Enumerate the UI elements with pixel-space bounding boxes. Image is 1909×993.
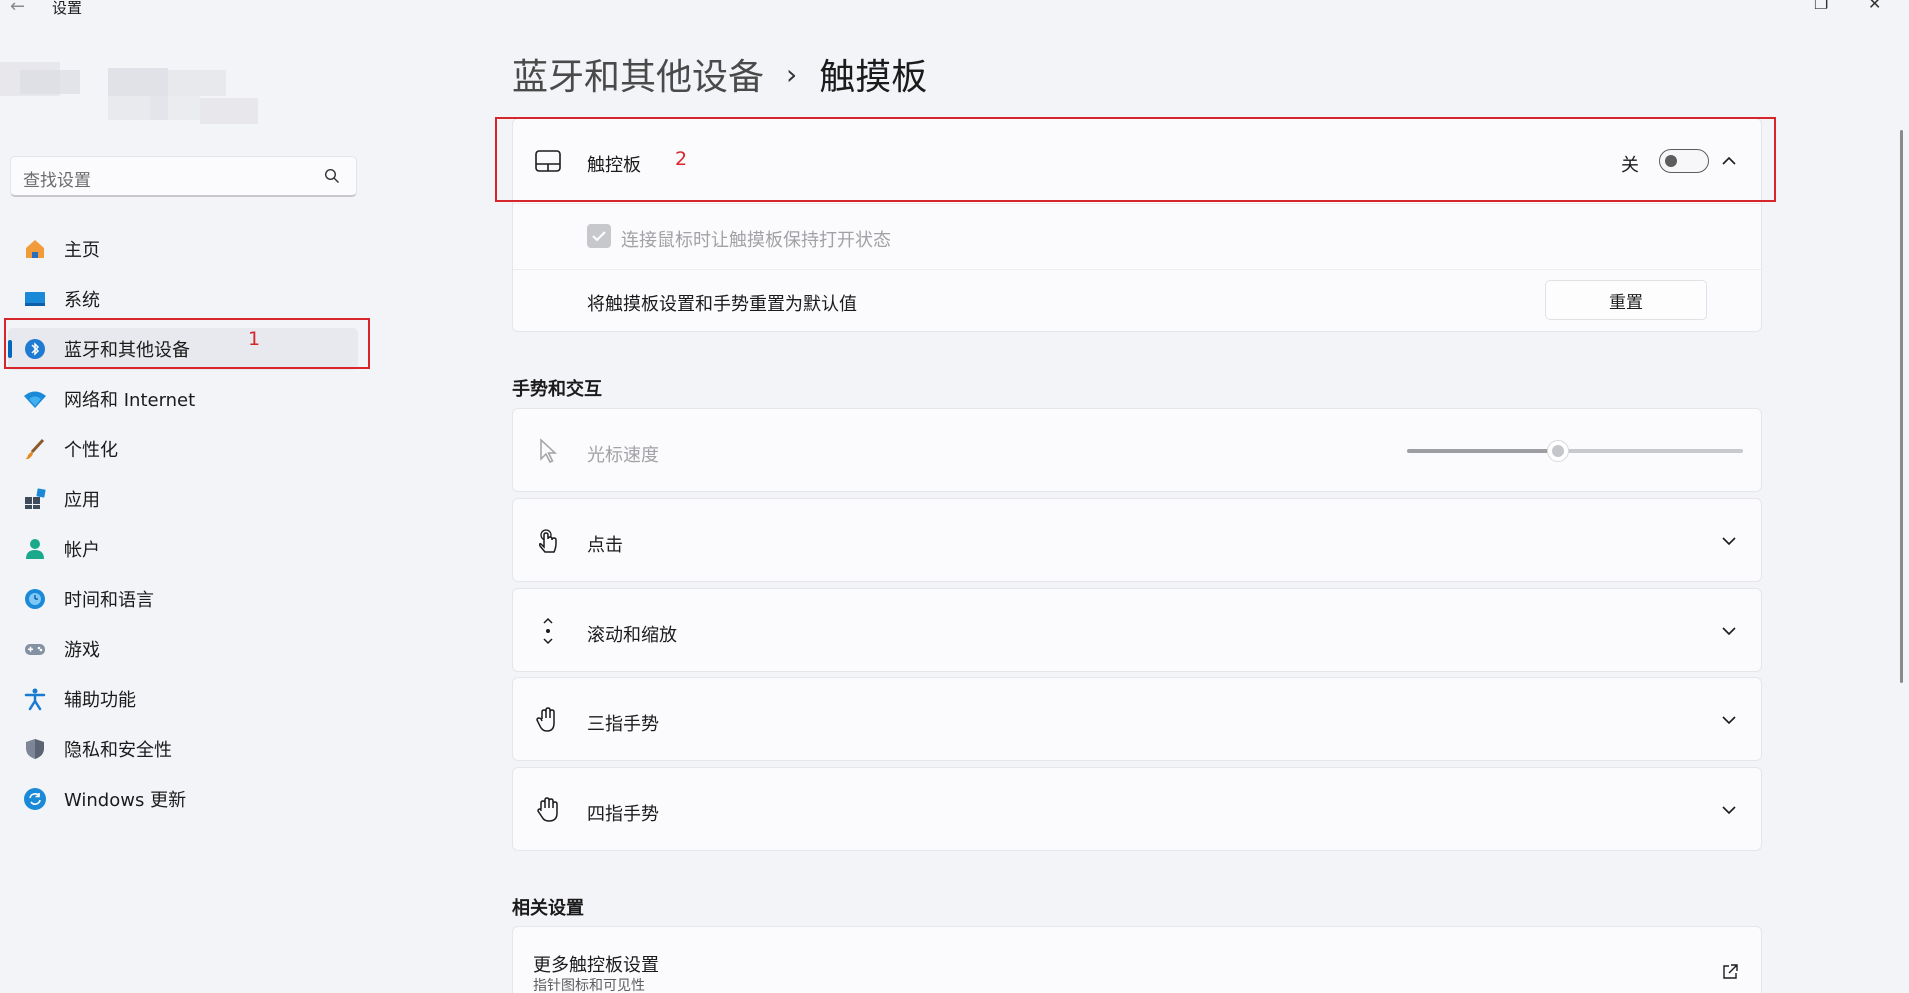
breadcrumb: 蓝牙和其他设备 › 触摸板 (512, 48, 927, 100)
sidebar-item-label: 个性化 (64, 440, 118, 461)
sidebar-item-privacy[interactable]: 隐私和安全性 (8, 728, 358, 770)
tap-label: 点击 (587, 535, 623, 556)
app-title: 设置 (52, 0, 83, 17)
sidebar-item-time-language[interactable]: 时间和语言 (8, 578, 358, 620)
sidebar-item-label: 时间和语言 (64, 590, 154, 611)
chevron-down-icon[interactable] (1721, 802, 1737, 818)
cursor-speed-label: 光标速度 (587, 445, 659, 466)
close-icon[interactable]: ✕ (1868, 0, 1881, 13)
chevron-down-icon[interactable] (1721, 533, 1737, 549)
sidebar-item-label: 应用 (64, 490, 100, 511)
sidebar-item-label: Windows 更新 (64, 790, 187, 811)
four-finger-card[interactable]: 四指手势 (512, 767, 1762, 851)
scrollbar[interactable] (1900, 130, 1903, 683)
account-icon (22, 536, 48, 562)
system-icon (22, 286, 48, 312)
reset-touchpad-row: 将触摸板设置和手势重置为默认值 重置 (513, 270, 1761, 332)
chevron-down-icon[interactable] (1721, 712, 1737, 728)
home-icon (22, 236, 48, 262)
sidebar-item-label: 系统 (64, 290, 100, 311)
sidebar-item-accounts[interactable]: 帐户 (8, 528, 358, 570)
external-link-icon[interactable] (1721, 963, 1739, 981)
sidebar-item-personalization[interactable]: 个性化 (8, 428, 358, 470)
wifi-icon (22, 386, 48, 412)
scroll-arrows-icon (535, 617, 561, 645)
cursor-pointer-icon (535, 438, 561, 464)
sidebar-item-system[interactable]: 系统 (8, 278, 358, 320)
annotation-number-2: 2 (675, 148, 688, 170)
sidebar-item-apps[interactable]: 应用 (8, 478, 358, 520)
keep-touchpad-on-checkbox[interactable] (587, 224, 611, 248)
sidebar-item-home[interactable]: 主页 (8, 228, 358, 270)
sidebar-item-accessibility[interactable]: 辅助功能 (8, 678, 358, 720)
keep-touchpad-on-row: 连接鼠标时让触摸板保持打开状态 (513, 203, 1761, 269)
annotation-box-2 (495, 117, 1776, 202)
sidebar-item-label: 游戏 (64, 640, 100, 661)
reset-button[interactable]: 重置 (1545, 280, 1707, 320)
three-finger-card[interactable]: 三指手势 (512, 677, 1762, 761)
page-title: 触摸板 (819, 57, 928, 98)
back-arrow-icon[interactable]: ← (10, 0, 25, 17)
more-touchpad-settings-card[interactable]: 更多触控板设置 指针图标和可见性 (512, 926, 1762, 993)
sidebar-item-gaming[interactable]: 游戏 (8, 628, 358, 670)
cursor-speed-card: 光标速度 (512, 408, 1762, 492)
scroll-zoom-label: 滚动和缩放 (587, 625, 677, 646)
sidebar-item-windows-update[interactable]: Windows 更新 (8, 778, 358, 820)
related-section-title: 相关设置 (512, 898, 584, 919)
chevron-down-icon[interactable] (1721, 623, 1737, 639)
sidebar-item-label: 隐私和安全性 (64, 740, 172, 761)
breadcrumb-parent[interactable]: 蓝牙和其他设备 (512, 48, 764, 100)
annotation-box-1 (4, 318, 370, 369)
annotation-number-1: 1 (248, 328, 261, 350)
update-icon (22, 786, 48, 812)
search-placeholder: 查找设置 (23, 171, 91, 191)
more-touchpad-settings-sublabel: 指针图标和可见性 (533, 978, 645, 993)
keep-touchpad-on-label: 连接鼠标时让触摸板保持打开状态 (621, 230, 891, 251)
restore-icon[interactable]: ❐ (1814, 0, 1828, 13)
cursor-speed-slider-fill (1407, 449, 1559, 453)
sidebar-item-label: 辅助功能 (64, 690, 136, 711)
gamepad-icon (22, 636, 48, 662)
accessibility-icon (22, 686, 48, 712)
three-finger-hand-icon (535, 707, 561, 733)
breadcrumb-separator: › (786, 57, 798, 91)
gestures-section-title: 手势和交互 (512, 379, 602, 400)
three-finger-label: 三指手势 (587, 714, 659, 735)
reset-touchpad-label: 将触摸板设置和手势重置为默认值 (587, 294, 857, 315)
cursor-speed-slider-thumb[interactable] (1547, 440, 1570, 462)
tap-card[interactable]: 点击 (512, 498, 1762, 582)
brush-icon (22, 436, 48, 462)
tap-hand-icon (535, 528, 561, 554)
sidebar-item-label: 帐户 (64, 540, 100, 561)
title-bar: ← 设置 ❐ ✕ (0, 0, 1909, 22)
cursor-speed-slider-track[interactable] (1558, 449, 1743, 453)
search-icon (324, 168, 339, 183)
globe-clock-icon (22, 586, 48, 612)
four-finger-label: 四指手势 (587, 804, 659, 825)
sidebar-item-network[interactable]: 网络和 Internet (8, 378, 358, 420)
shield-icon (22, 736, 48, 762)
sidebar-item-label: 主页 (64, 240, 100, 261)
more-touchpad-settings-label: 更多触控板设置 (533, 955, 659, 976)
scroll-zoom-card[interactable]: 滚动和缩放 (512, 588, 1762, 672)
four-finger-hand-icon (535, 797, 561, 823)
search-input[interactable]: 查找设置 (10, 156, 357, 197)
apps-icon (22, 486, 48, 512)
sidebar-item-label: 网络和 Internet (64, 390, 196, 411)
user-profile-blurred (0, 52, 260, 132)
